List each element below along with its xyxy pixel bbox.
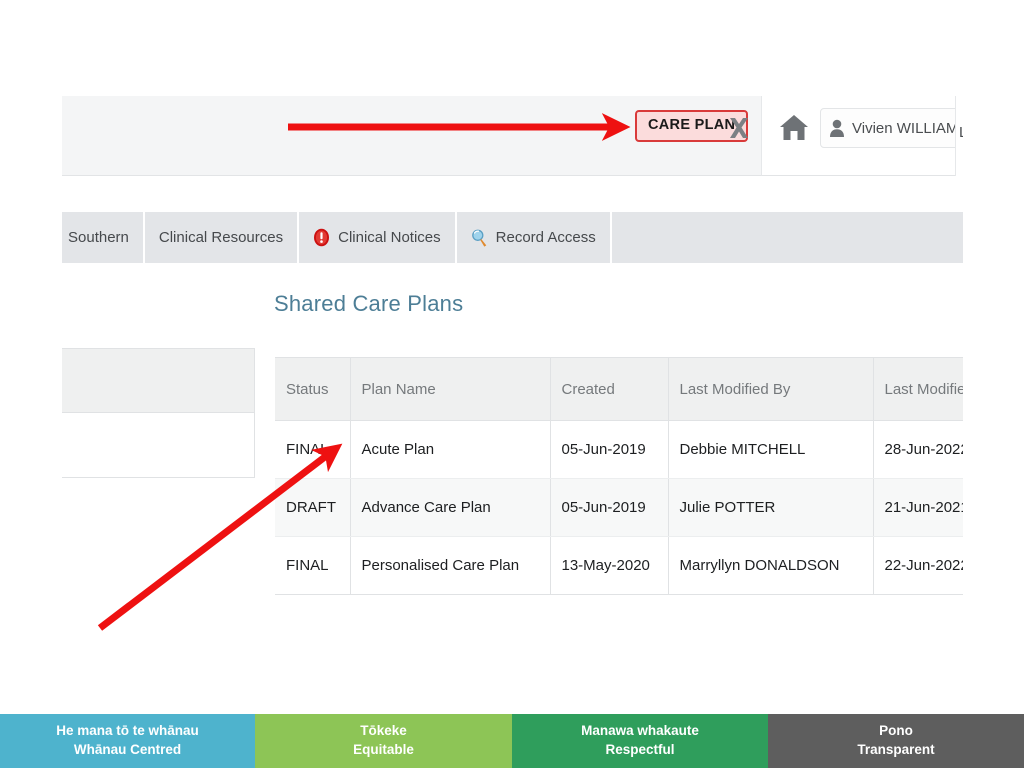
cell-last-modified: 21-Jun-2021 — [873, 478, 963, 537]
nav-filler — [611, 212, 963, 263]
column-header-status[interactable]: Status — [275, 357, 351, 421]
tab-label: Clinical Resources — [158, 229, 284, 246]
cell-plan-name[interactable]: Personalised Care Plan — [350, 536, 551, 595]
slide-canvas: CARE PLAN Vivien WILLIAMS Southern Clini… — [0, 0, 1024, 768]
alert-icon — [313, 228, 330, 247]
value-segment-respectful: Manawa whakaute Respectful — [512, 714, 768, 768]
close-icon[interactable] — [726, 115, 752, 141]
header-gap — [62, 176, 963, 212]
navigation-tab-strip: Southern Clinical Resources Clinical Not… — [62, 212, 963, 263]
column-header-last-modified-by[interactable]: Last Modified By — [668, 357, 874, 421]
value-english-label: Transparent — [857, 742, 935, 757]
side-panel-fragment — [62, 348, 255, 478]
cell-last-modified-by: Julie POTTER — [668, 478, 874, 537]
table-row[interactable]: FINAL Personalised Care Plan 13-May-2020… — [275, 536, 963, 595]
header-right-panel: Vivien WILLIAMS L — [761, 96, 963, 176]
user-menu-button[interactable]: Vivien WILLIAMS — [820, 108, 963, 148]
value-english-label: Whānau Centred — [73, 742, 182, 757]
side-panel-header — [62, 349, 254, 413]
user-avatar-icon — [829, 119, 845, 137]
value-maori-label: Manawa whakaute — [581, 723, 699, 739]
value-maori-label: He mana tō te whānau — [56, 723, 199, 739]
app-header-bar: CARE PLAN Vivien WILLIAMS — [62, 96, 963, 176]
cell-status: DRAFT — [275, 478, 351, 537]
search-icon — [471, 229, 488, 247]
value-segment-equitable: Tōkeke Equitable — [255, 714, 512, 768]
tab-clinical-resources[interactable]: Clinical Resources — [144, 212, 300, 263]
value-segment-whanau-centred: He mana tō te whānau Whānau Centred — [0, 714, 255, 768]
logout-panel[interactable]: L — [955, 96, 963, 176]
tab-label: Clinical Notices — [338, 229, 441, 246]
table-row[interactable]: DRAFT Advance Care Plan 05-Jun-2019 Juli… — [275, 478, 963, 537]
cell-last-modified: 28-Jun-2022 — [873, 420, 963, 479]
tab-label: Southern — [68, 229, 129, 246]
cell-created: 05-Jun-2019 — [550, 420, 669, 479]
cell-plan-name[interactable]: Advance Care Plan — [350, 478, 551, 537]
cell-created: 13-May-2020 — [550, 536, 669, 595]
user-name-label: Vivien WILLIAMS — [852, 119, 963, 137]
cell-last-modified: 22-Jun-2022 — [873, 536, 963, 595]
cell-created: 05-Jun-2019 — [550, 478, 669, 537]
value-maori-label: Pono — [879, 723, 913, 739]
home-icon[interactable] — [779, 114, 809, 142]
tab-clinical-notices[interactable]: Clinical Notices — [299, 212, 457, 263]
column-header-created[interactable]: Created — [550, 357, 669, 421]
value-segment-transparent: Pono Transparent — [768, 714, 1024, 768]
application-screenshot: CARE PLAN Vivien WILLIAMS Southern Clini… — [62, 96, 963, 691]
cell-last-modified-by: Marryllyn DONALDSON — [668, 536, 874, 595]
cell-status: FINAL — [275, 420, 351, 479]
cell-plan-name[interactable]: Acute Plan — [350, 420, 551, 479]
value-english-label: Equitable — [353, 742, 414, 757]
tab-label: Record Access — [495, 229, 596, 246]
cell-status: FINAL — [275, 536, 351, 595]
cell-last-modified-by: Debbie MITCHELL — [668, 420, 874, 479]
logout-label: L — [959, 124, 963, 141]
value-maori-label: Tōkeke — [360, 723, 407, 739]
tab-southern[interactable]: Southern — [62, 212, 145, 263]
tab-record-access[interactable]: Record Access — [456, 212, 612, 263]
column-header-plan-name[interactable]: Plan Name — [350, 357, 551, 421]
page-title: Shared Care Plans — [274, 291, 464, 316]
shared-care-plans-table: Status Plan Name Created Last Modified B… — [275, 357, 963, 595]
table-row[interactable]: FINAL Acute Plan 05-Jun-2019 Debbie MITC… — [275, 420, 963, 479]
column-header-last-modified[interactable]: Last Modified — [873, 357, 963, 421]
table-header-row: Status Plan Name Created Last Modified B… — [275, 357, 963, 421]
values-footer-bar: He mana tō te whānau Whānau Centred Tōke… — [0, 714, 1024, 768]
value-english-label: Respectful — [605, 742, 675, 757]
